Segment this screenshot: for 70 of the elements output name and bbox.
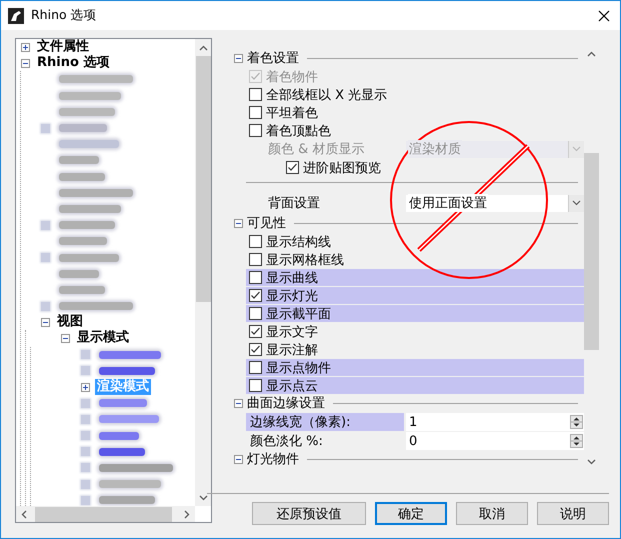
caret-icon bbox=[568, 140, 584, 158]
checkbox[interactable] bbox=[249, 289, 262, 302]
checkbox-label[interactable]: 显示文字 bbox=[266, 322, 318, 340]
checkbox[interactable] bbox=[249, 88, 262, 101]
section-heading: 可见性 bbox=[247, 215, 286, 232]
collapse-icon[interactable] bbox=[234, 54, 243, 62]
checkbox[interactable] bbox=[286, 161, 299, 174]
checkbox[interactable] bbox=[249, 361, 262, 374]
dialog-button[interactable]: 还原预设值 bbox=[252, 502, 366, 525]
checkbox[interactable] bbox=[249, 343, 262, 356]
checkbox[interactable] bbox=[249, 325, 262, 338]
section-heading: 灯光物件 bbox=[247, 451, 299, 468]
field-label: 颜色淡化 %: bbox=[249, 433, 324, 450]
spinner-icon[interactable] bbox=[570, 415, 583, 429]
checkbox-label[interactable]: 显示注解 bbox=[266, 340, 318, 358]
tree-item[interactable]: 显示模式 bbox=[75, 330, 131, 346]
dropdown[interactable]: 使用正面设置 bbox=[406, 194, 584, 212]
number-field[interactable]: 0 bbox=[406, 432, 584, 450]
checkbox[interactable] bbox=[249, 235, 262, 248]
scroll-right-icon[interactable] bbox=[184, 510, 190, 518]
checkbox-label[interactable]: 显示点云 bbox=[266, 376, 318, 394]
vertical-scrollbar[interactable] bbox=[195, 39, 211, 506]
checkbox[interactable] bbox=[249, 271, 262, 284]
dialog-button[interactable]: 说明 bbox=[537, 502, 609, 525]
tree-item[interactable]: 文件属性 bbox=[35, 39, 91, 56]
tree-item[interactable]: Rhino 选项 bbox=[35, 55, 112, 72]
checkbox-label[interactable]: 显示网格框线 bbox=[266, 250, 344, 268]
scroll-down-icon[interactable] bbox=[587, 459, 596, 465]
checkbox-label[interactable]: 显示点物件 bbox=[266, 358, 331, 376]
checkbox-label[interactable]: 显示曲线 bbox=[266, 268, 318, 286]
checkbox[interactable] bbox=[249, 379, 262, 392]
app-logo-icon bbox=[8, 8, 24, 24]
number-field[interactable]: 1 bbox=[406, 413, 584, 431]
field-label: 颜色 & 材质显示 bbox=[267, 141, 366, 158]
collapse-icon[interactable] bbox=[41, 318, 50, 327]
checkbox-label[interactable]: 进阶贴图预览 bbox=[303, 158, 381, 176]
checkbox[interactable] bbox=[249, 307, 262, 320]
tree-item[interactable]: 视图 bbox=[55, 314, 85, 330]
section-heading: 曲面边缘设置 bbox=[247, 395, 325, 412]
checkbox-label[interactable]: 显示结构线 bbox=[266, 232, 331, 250]
spinner-icon[interactable] bbox=[570, 434, 583, 448]
checkbox-label[interactable]: 显示截平面 bbox=[266, 304, 331, 322]
expand-icon[interactable] bbox=[21, 42, 30, 52]
field-label: 边缘线宽（像素): bbox=[246, 413, 404, 431]
caret-icon[interactable] bbox=[568, 194, 584, 212]
collapse-icon[interactable] bbox=[234, 454, 243, 464]
collapse-icon[interactable] bbox=[234, 218, 243, 228]
horizontal-scrollbar[interactable] bbox=[16, 506, 195, 522]
dialog-button[interactable]: 确定 bbox=[375, 502, 447, 525]
checkbox-label[interactable]: 着色顶點色 bbox=[266, 122, 331, 140]
checkbox-label[interactable]: 平坦着色 bbox=[266, 104, 318, 122]
dialog-button[interactable]: 取消 bbox=[456, 502, 528, 525]
checkbox-label[interactable]: 显示灯光 bbox=[266, 286, 318, 304]
section-heading: 着色设置 bbox=[247, 50, 299, 67]
checkbox[interactable] bbox=[249, 253, 262, 266]
checkbox-label[interactable]: 全部线框以 X 光显示 bbox=[266, 86, 388, 104]
checkbox[interactable] bbox=[249, 106, 262, 119]
scroll-up-icon[interactable] bbox=[587, 51, 596, 57]
collapse-icon[interactable] bbox=[234, 398, 243, 408]
window-title: Rhino 选项 bbox=[31, 7, 97, 24]
scroll-up-icon[interactable] bbox=[198, 45, 208, 51]
collapse-icon[interactable] bbox=[21, 58, 30, 68]
close-icon[interactable] bbox=[598, 10, 610, 22]
collapse-icon[interactable] bbox=[61, 334, 70, 343]
scroll-left-icon[interactable] bbox=[21, 510, 27, 518]
expand-icon[interactable] bbox=[81, 382, 90, 392]
dropdown: 渲染材质 bbox=[406, 140, 584, 158]
scroll-down-icon[interactable] bbox=[198, 495, 208, 501]
field-label: 背面设置 bbox=[267, 195, 321, 212]
checkbox[interactable] bbox=[249, 124, 262, 137]
